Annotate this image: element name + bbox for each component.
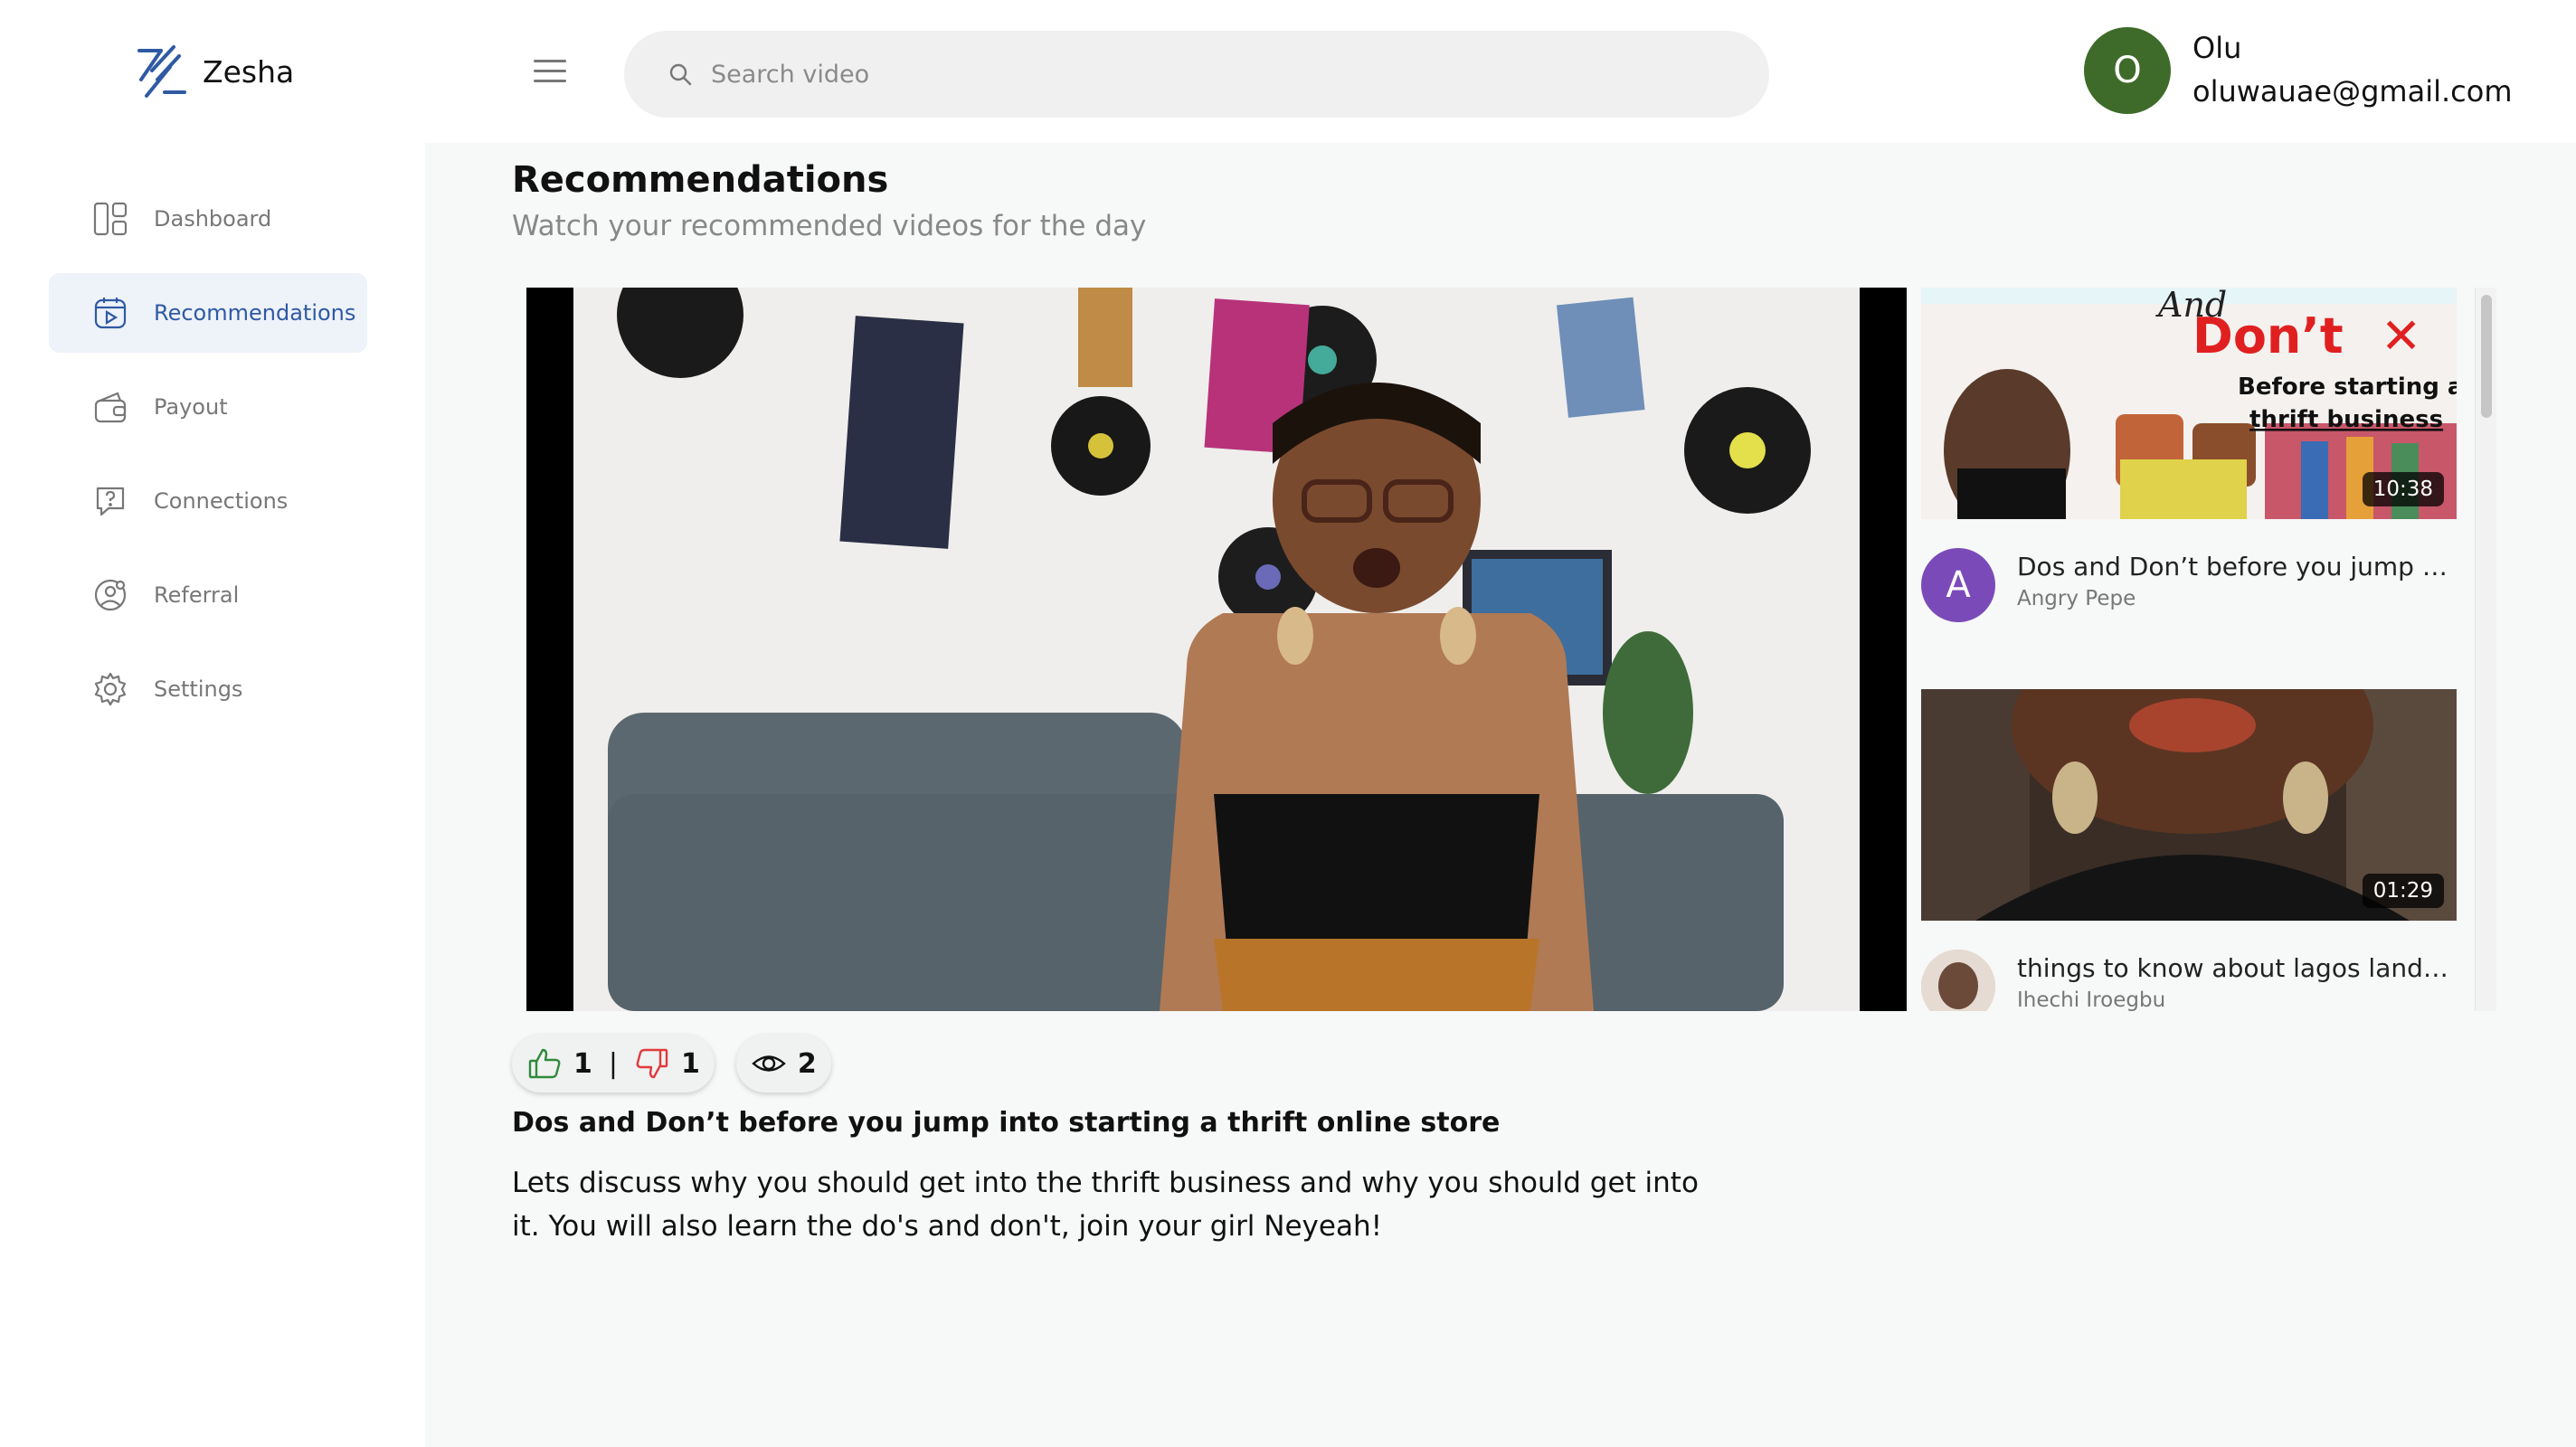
sidebar-item-label: Payout (154, 394, 228, 420)
video-frame (526, 288, 1907, 1011)
video-thumbnail[interactable]: And Don’t ✕ Before starting a thrift bus… (1921, 288, 2457, 519)
channel-avatar[interactable] (1921, 950, 1995, 1011)
views-pill: 2 (735, 1035, 831, 1092)
user-email: oluwauae@gmail.com (2192, 74, 2513, 109)
thumbs-up-icon[interactable] (526, 1045, 563, 1082)
video-player[interactable] (526, 288, 1907, 1011)
recommendation-card[interactable]: 01:29 things to know about lagos landlor… (1921, 689, 2457, 1011)
recommendation-list[interactable]: And Don’t ✕ Before starting a thrift bus… (1921, 288, 2482, 1011)
reaction-separator: | (608, 1047, 618, 1080)
thumb-text-business: thrift business (2249, 406, 2443, 433)
channel-name[interactable]: Angry Pepe (2017, 587, 2451, 610)
search-input[interactable] (711, 60, 1706, 89)
sidebar-nav: Dashboard Recommendations Payout Connect… (49, 179, 367, 743)
page-title: Recommendations (512, 159, 889, 201)
thumbs-down-icon[interactable] (634, 1045, 670, 1082)
sidebar-item-dashboard[interactable]: Dashboard (49, 179, 367, 259)
sidebar-item-payout[interactable]: Payout (49, 367, 367, 447)
video-thumbnail[interactable]: 01:29 (1921, 689, 2457, 921)
search-icon (669, 63, 692, 86)
channel-avatar[interactable]: A (1921, 548, 1995, 622)
page-subtitle: Watch your recommended videos for the da… (512, 210, 1147, 242)
like-dislike-pill: 1 | 1 (512, 1035, 715, 1092)
zesha-logo-icon (137, 45, 186, 98)
menu-toggle-icon[interactable] (534, 60, 566, 83)
sidebar-item-label: Connections (154, 488, 289, 514)
play-calendar-icon (94, 298, 127, 329)
recommendation-text: things to know about lagos landlords Ihe… (2017, 950, 2451, 1011)
search-bar[interactable] (624, 31, 1769, 118)
like-count: 1 (573, 1047, 592, 1080)
thumb-x-mark: ✕ (2381, 307, 2421, 364)
avatar-photo (1921, 950, 1995, 1011)
dashboard-icon (93, 202, 128, 236)
recommendation-meta: things to know about lagos landlords Ihe… (1921, 921, 2457, 1011)
user-info: Olu oluwauae@gmail.com (2192, 27, 2513, 114)
thumb-text-dont: Don’t (2192, 307, 2344, 364)
view-count: 2 (797, 1047, 817, 1080)
sidebar-item-referral[interactable]: Referral (49, 555, 367, 635)
sidebar-item-connections[interactable]: Connections (49, 461, 367, 541)
dislike-count: 1 (680, 1047, 700, 1080)
gear-icon (94, 672, 127, 706)
recommendation-meta: A Dos and Don’t before you jump into sta… (1921, 519, 2457, 622)
recommendation-scrollbar[interactable] (2475, 288, 2496, 1011)
sidebar-item-settings[interactable]: Settings (49, 649, 367, 729)
help-chat-icon (96, 487, 125, 516)
recommendation-title[interactable]: things to know about lagos landlords (2017, 953, 2451, 983)
main-content: Recommendations Watch your recommended v… (425, 143, 2576, 1447)
avatar[interactable]: O (2084, 27, 2171, 114)
video-reactions: 1 | 1 2 (512, 1035, 831, 1092)
app-name: Zesha (203, 53, 295, 90)
duration-badge: 10:38 (2362, 472, 2444, 506)
eye-icon (752, 1055, 786, 1072)
duration-badge: 01:29 (2362, 874, 2444, 908)
scrollbar-thumb[interactable] (2481, 295, 2492, 418)
user-circle-icon (94, 579, 127, 611)
user-name: Olu (2192, 31, 2242, 65)
video-title: Dos and Don’t before you jump into start… (512, 1107, 1501, 1139)
video-description: Lets discuss why you should get into the… (512, 1167, 1699, 1243)
sidebar-item-label: Settings (154, 676, 243, 702)
recommendation-title[interactable]: Dos and Don’t before you jump into start… (2017, 552, 2451, 582)
channel-name[interactable]: Ihechi Iroegbu (2017, 988, 2451, 1011)
top-header: O Olu oluwauae@gmail.com (425, 0, 2576, 143)
sidebar-item-label: Recommendations (154, 300, 356, 326)
user-profile[interactable]: O Olu oluwauae@gmail.com (2084, 27, 2513, 114)
recommendation-card[interactable]: And Don’t ✕ Before starting a thrift bus… (1921, 288, 2457, 622)
recommendation-text: Dos and Don’t before you jump into start… (2017, 548, 2451, 622)
sidebar-item-recommendations[interactable]: Recommendations (49, 273, 367, 353)
thumb-text-before: Before starting a (2238, 374, 2457, 401)
wallet-icon (94, 392, 127, 423)
app-logo[interactable]: Zesha (134, 43, 294, 99)
sidebar: Zesha Dashboard Recommendations Payout C… (0, 0, 425, 1447)
sidebar-item-label: Dashboard (154, 206, 272, 232)
sidebar-item-label: Referral (154, 582, 240, 608)
